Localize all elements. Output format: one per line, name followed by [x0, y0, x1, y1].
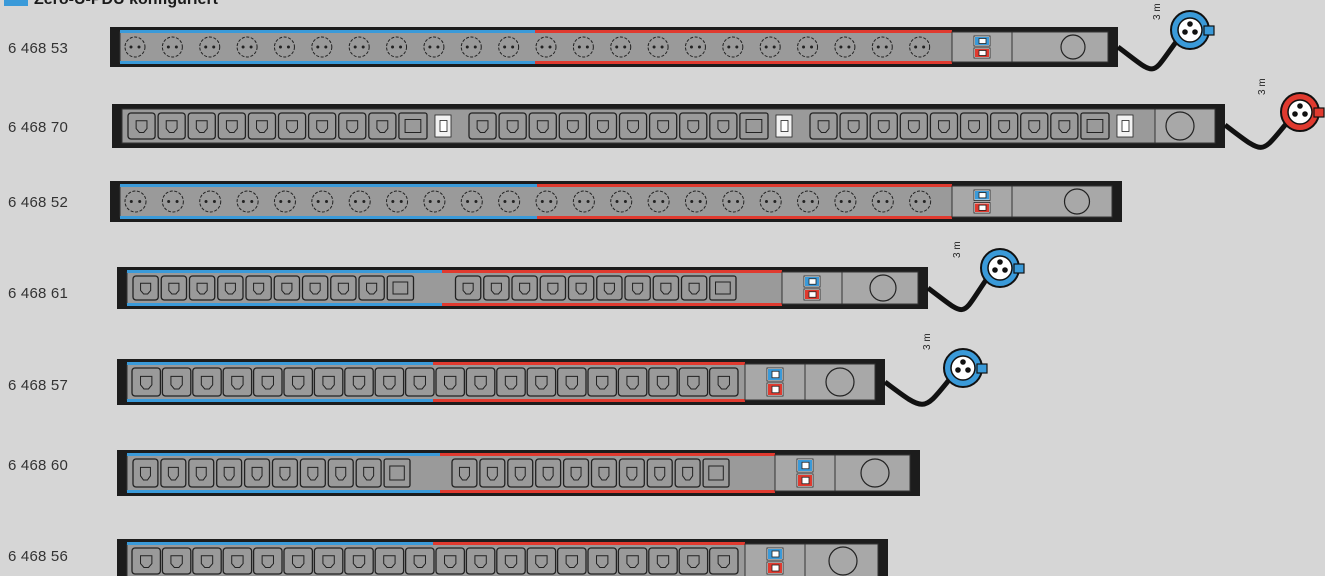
- phase-b-stripe: [433, 399, 745, 402]
- phase-a-stripe: [127, 490, 440, 493]
- control-module: [774, 454, 911, 492]
- phase-a-stripe: [127, 362, 433, 365]
- pdu-strip: [117, 450, 920, 496]
- phase-a-stripe: [127, 303, 442, 306]
- power-cable: [926, 278, 989, 313]
- phase-b-stripe: [440, 490, 775, 493]
- phase-b-stripe: [433, 542, 745, 545]
- phase-a-stripe: [127, 270, 442, 273]
- control-module: [781, 271, 919, 305]
- phase-b-stripe: [442, 270, 782, 273]
- power-cable: [1223, 122, 1288, 150]
- pdu-strip: [110, 181, 1122, 222]
- phase-a-stripe: [120, 30, 535, 33]
- phase-b-stripe: [537, 184, 952, 187]
- phase-a-stripe: [127, 399, 433, 402]
- phase-a-stripe: [120, 61, 535, 64]
- phase-b-stripe: [433, 362, 745, 365]
- pdu-strip: 3 m: [117, 241, 1025, 313]
- phase-b-stripe: [440, 453, 775, 456]
- pdu-diagram: 3 m 3 m 3 m 3 m: [110, 3, 1325, 576]
- phase-b-stripe: [442, 303, 782, 306]
- phase-a-stripe: [127, 542, 433, 545]
- phase-a-stripe: [120, 184, 537, 187]
- cable-length-label: 3 m: [1257, 78, 1268, 95]
- phase-a-stripe: [127, 453, 440, 456]
- cable-length-label: 3 m: [952, 241, 963, 258]
- pdu-strip: 3 m: [112, 78, 1325, 150]
- phase-a-stripe: [120, 216, 537, 219]
- cable-length-label: 3 m: [1152, 3, 1163, 20]
- power-cable: [1116, 40, 1179, 72]
- phase-b-stripe: [537, 216, 952, 219]
- pdu-strip: 3 m: [117, 333, 988, 407]
- control-module: [744, 363, 876, 401]
- control-module: [744, 543, 879, 576]
- phase-b-stripe: [535, 61, 952, 64]
- power-cable: [883, 378, 951, 407]
- phase-b-stripe: [535, 30, 952, 33]
- pdu-strip: [117, 539, 888, 576]
- pdu-strip: 3 m: [110, 3, 1215, 72]
- cable-length-label: 3 m: [922, 333, 933, 350]
- control-module: [1154, 108, 1216, 144]
